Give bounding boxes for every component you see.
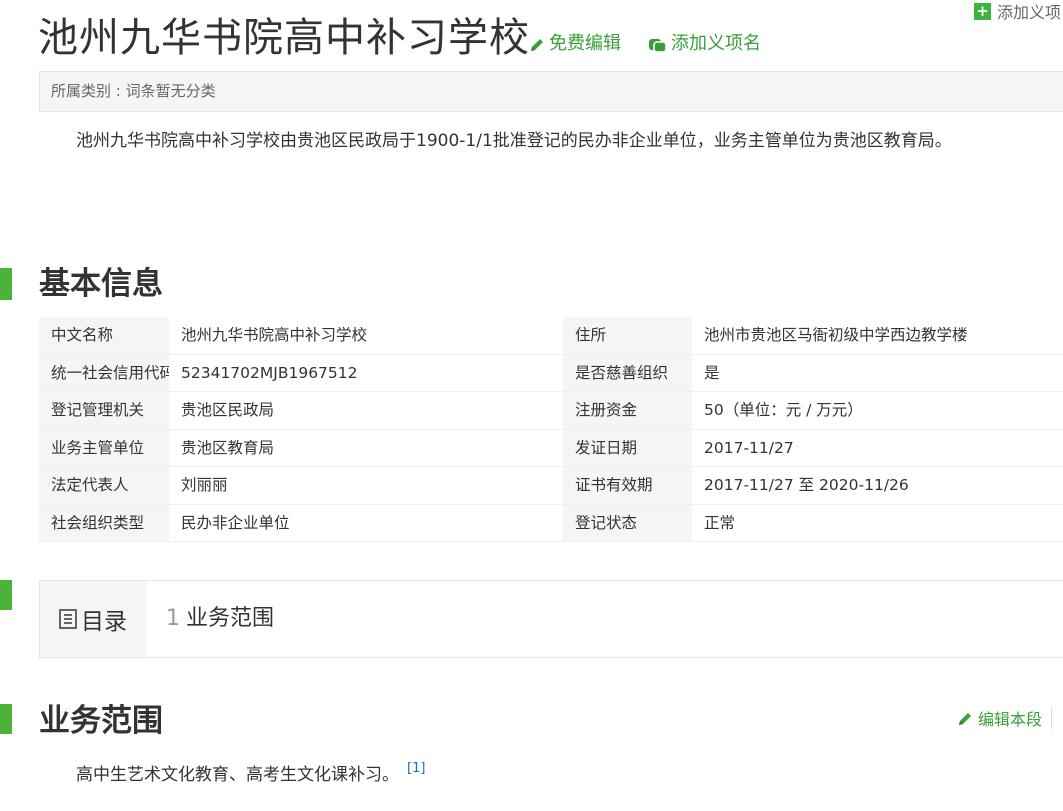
scope-text: 高中生艺术文化教育、高考生文化课补习。 (76, 765, 399, 785)
info-value: 刘丽丽 (169, 467, 563, 504)
info-key: 统一社会信用代码 (39, 354, 169, 391)
info-key: 证书有效期 (563, 467, 692, 504)
toc-item-business-scope[interactable]: 1 业务范围 (166, 603, 274, 635)
category-bar: 所属类别 : 词条暂无分类 (39, 71, 1063, 112)
edit-section-button[interactable]: 编辑本段 (957, 706, 1052, 730)
free-edit-label: 免费编辑 (549, 33, 621, 54)
edit-section-label: 编辑本段 (978, 710, 1043, 729)
table-row: 中文名称 池州九华书院高中补习学校 住所 池州市贵池区马衙初级中学西边教学楼 (39, 317, 1063, 355)
list-icon (59, 609, 77, 629)
table-of-contents: 目录 1 业务范围 (39, 580, 1063, 658)
info-key: 是否慈善组织 (563, 354, 692, 391)
info-value: 52341702MJB1967512 (169, 354, 563, 391)
table-row: 法定代表人 刘丽丽 证书有效期 2017-11/27 至 2020-11/26 (39, 467, 1063, 505)
info-key: 发证日期 (563, 429, 692, 466)
info-value: 贵池区民政局 (169, 392, 563, 429)
table-row: 业务主管单位 贵池区教育局 发证日期 2017-11/27 (39, 429, 1063, 467)
reference-link[interactable]: [1] (407, 761, 425, 776)
toc-header: 目录 (40, 581, 146, 657)
free-edit-button[interactable]: 免费编辑 (529, 32, 621, 56)
table-row: 登记管理机关 贵池区民政局 注册资金 50（单位：元 / 万元） (39, 392, 1063, 430)
info-key: 登记管理机关 (39, 392, 169, 429)
basic-info-heading: 基本信息 (39, 266, 163, 302)
pencil-icon (531, 38, 543, 51)
info-key: 法定代表人 (39, 467, 169, 504)
info-value: 池州九华书院高中补习学校 (169, 317, 563, 354)
plus-icon: + (974, 2, 991, 20)
info-value: 贵池区教育局 (169, 429, 563, 466)
info-value: 2017-11/27 (692, 429, 1063, 466)
info-key: 业务主管单位 (39, 429, 169, 466)
info-key: 住所 (563, 317, 692, 354)
section-marker (0, 704, 12, 734)
info-value: 2017-11/27 至 2020-11/26 (692, 467, 1063, 504)
summary-text: 池州九华书院高中补习学校由贵池区民政局于1900-1/1批准登记的民办非企业单位… (76, 131, 952, 151)
add-term-button[interactable]: 添加义项名 (648, 32, 761, 56)
pencil-icon (959, 712, 971, 725)
section-marker (0, 268, 12, 300)
info-key: 登记状态 (563, 504, 692, 541)
section-marker (0, 580, 12, 610)
info-key: 注册资金 (563, 392, 692, 429)
table-row: 社会组织类型 民办非企业单位 登记状态 正常 (39, 504, 1063, 542)
add-term-label: 添加义项名 (671, 33, 761, 54)
info-value: 池州市贵池区马衙初级中学西边教学楼 (692, 317, 1063, 354)
table-row: 统一社会信用代码 52341702MJB1967512 是否慈善组织 是 (39, 354, 1063, 392)
info-value: 50（单位：元 / 万元） (692, 392, 1063, 429)
toc-item-label: 业务范围 (186, 606, 275, 631)
toc-heading: 目录 (81, 609, 127, 635)
info-key: 中文名称 (39, 317, 169, 354)
info-value: 是 (692, 354, 1063, 391)
info-value: 正常 (692, 504, 1063, 541)
top-add-term-button[interactable]: + 添加义项 (974, 0, 1061, 22)
page-title: 池州九华书院高中补习学校 (38, 15, 530, 61)
scope-heading: 业务范围 (39, 703, 163, 739)
scope-paragraph: 高中生艺术文化教育、高考生文化课补习。 [1] (76, 756, 425, 788)
add-term-icon (649, 38, 667, 53)
basic-info-table: 中文名称 池州九华书院高中补习学校 住所 池州市贵池区马衙初级中学西边教学楼 统… (39, 317, 1063, 542)
info-key: 社会组织类型 (39, 504, 169, 541)
info-value: 民办非企业单位 (169, 504, 563, 541)
toc-item-number: 1 (166, 606, 180, 631)
top-add-term-label: 添加义项 (997, 3, 1062, 22)
